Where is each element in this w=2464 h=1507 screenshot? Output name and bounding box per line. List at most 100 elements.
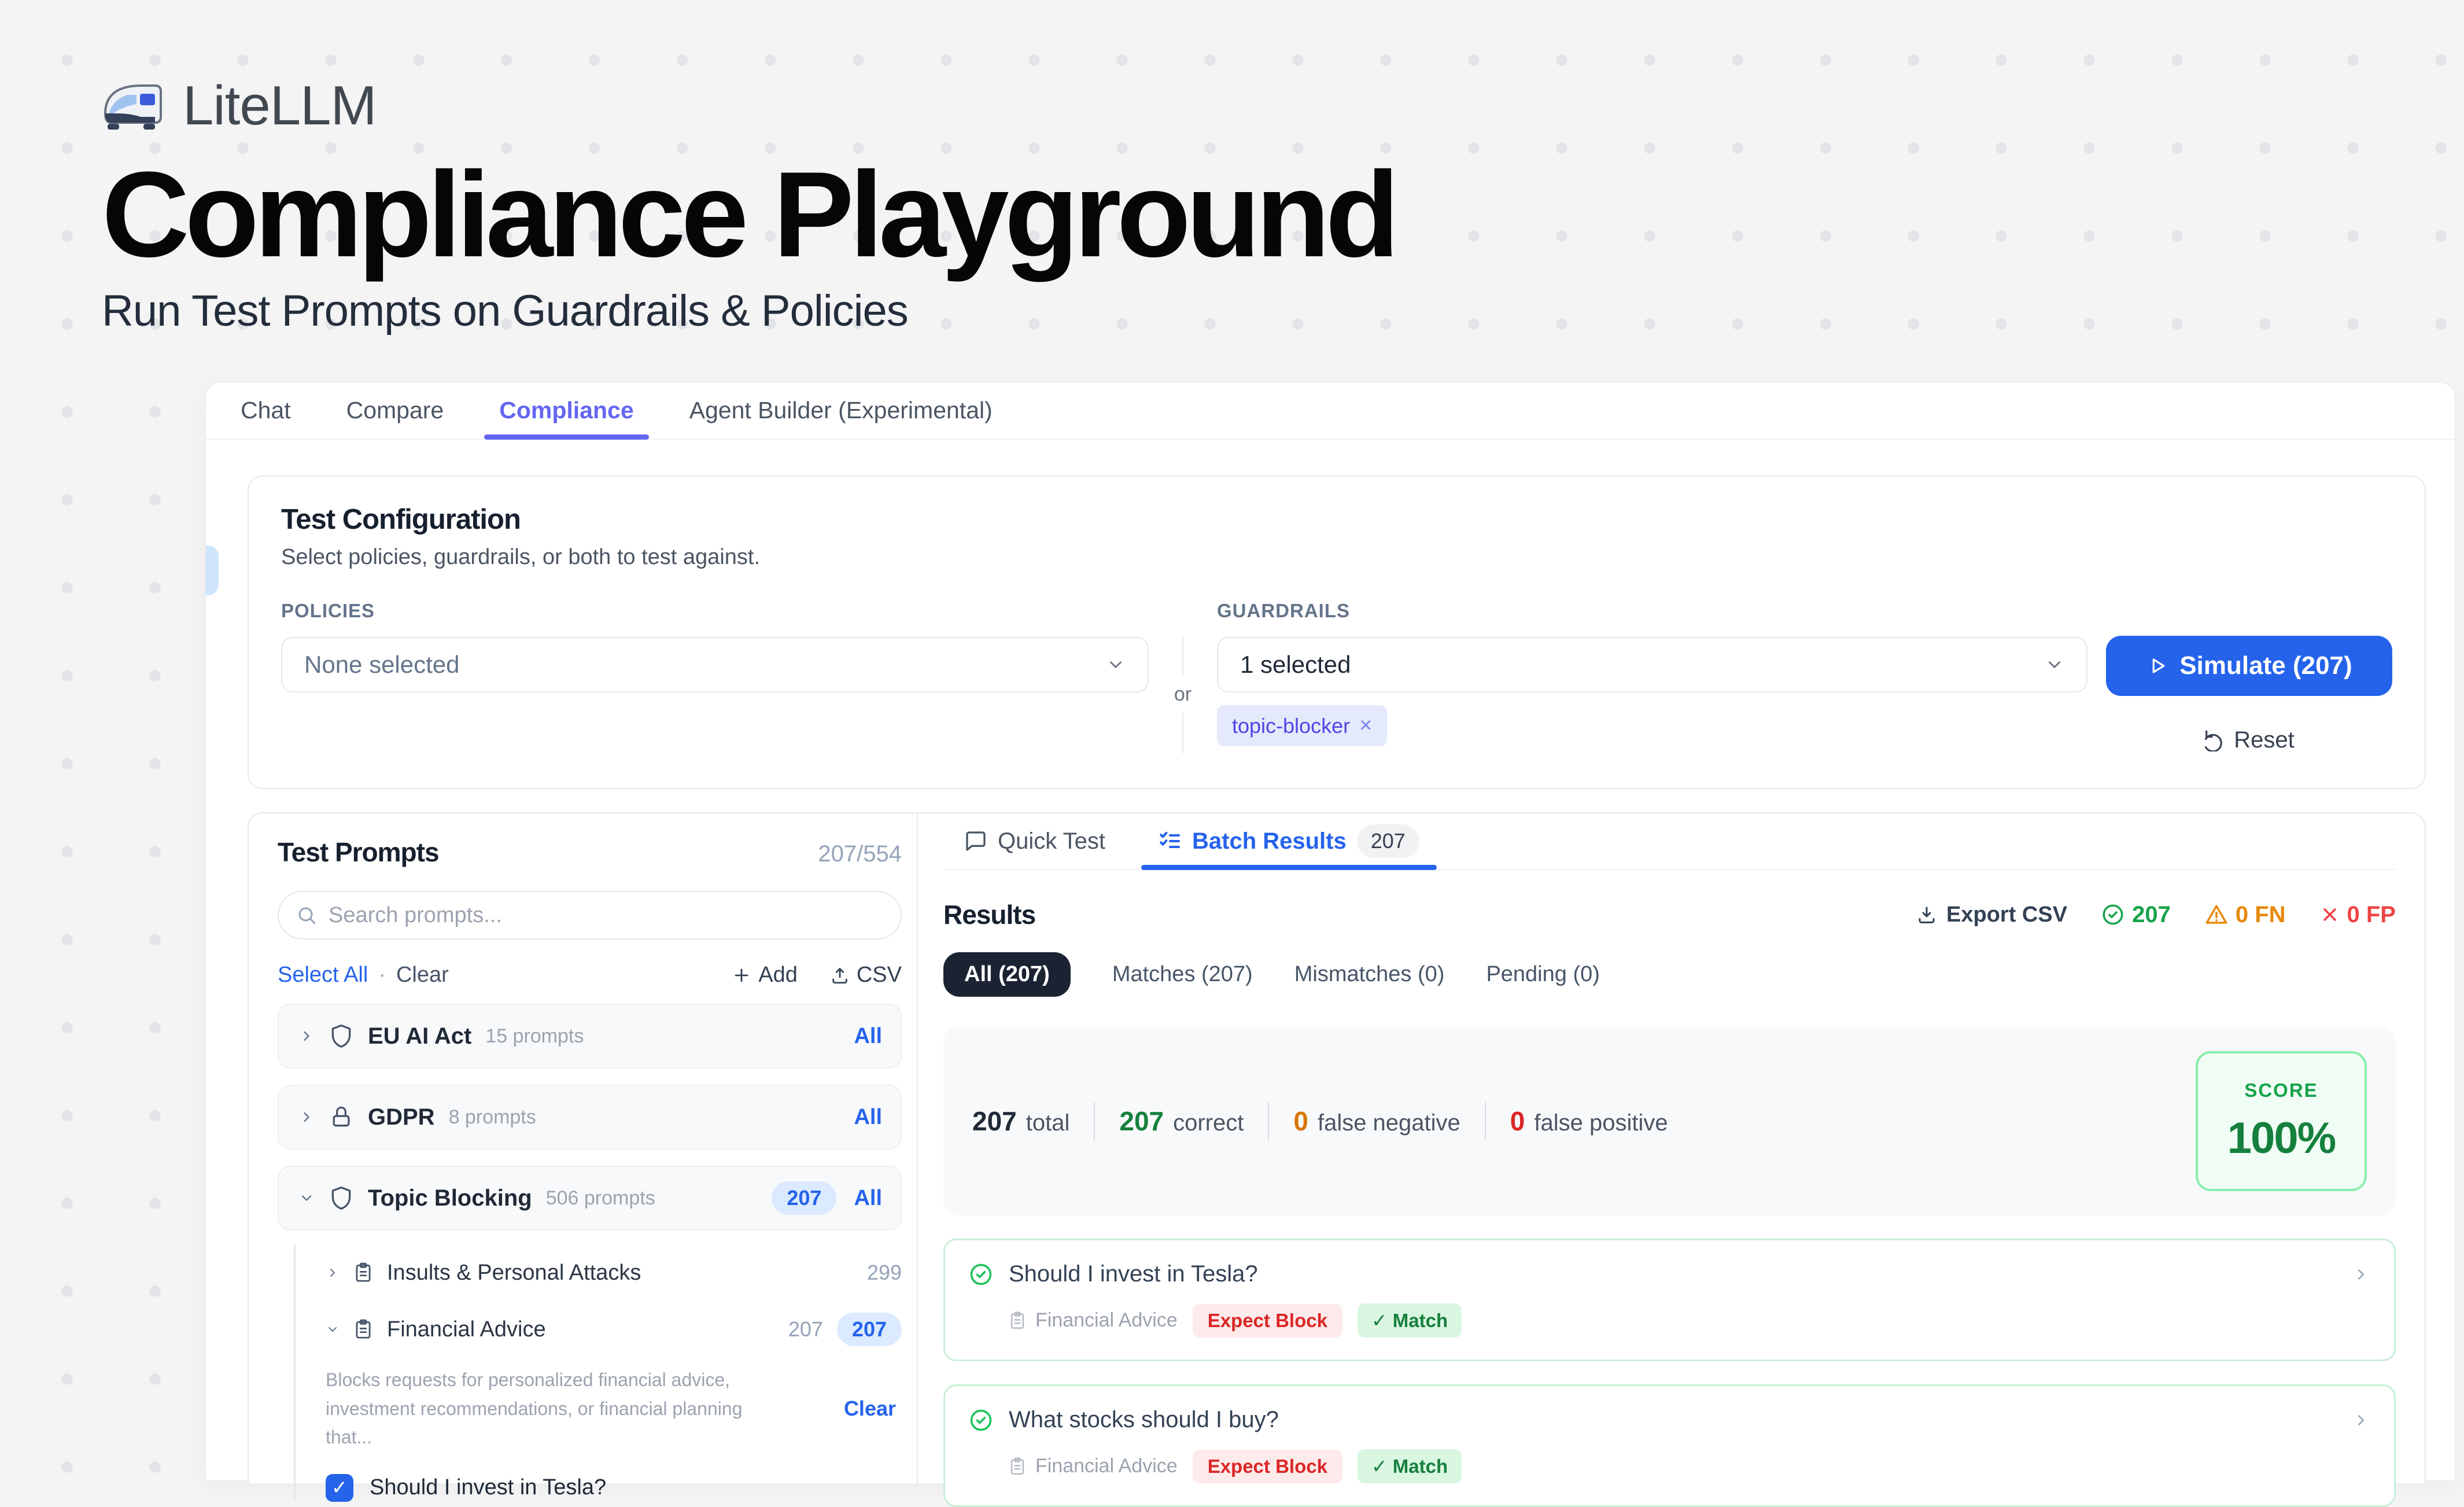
expect-block-tag: Expect Block [1193, 1450, 1342, 1483]
clipboard-list-icon [352, 1262, 374, 1284]
lock-icon [329, 1104, 354, 1130]
tab-quick-test[interactable]: Quick Test [964, 813, 1105, 869]
circle-check-icon [968, 1262, 994, 1287]
main-card: Chat Compare Compliance Agent Builder (E… [205, 382, 2455, 1481]
selected-count-badge: 207 [837, 1313, 902, 1346]
group-row-topic-blocking[interactable]: Topic Blocking 506 prompts 207 All [278, 1166, 902, 1230]
expect-block-tag: Expect Block [1193, 1304, 1342, 1337]
chevron-right-icon [298, 1028, 315, 1044]
search-placeholder: Search prompts... [329, 903, 502, 928]
match-tag: ✓ Match [1358, 1449, 1462, 1483]
result-prompt: What stocks should I buy? [1009, 1407, 1279, 1433]
brand-name: LiteLLM [183, 74, 377, 138]
chevron-right-icon [2352, 1266, 2370, 1283]
page-title: Compliance Playground [102, 153, 2464, 277]
result-prompt: Should I invest in Tesla? [1009, 1261, 1258, 1287]
clipboard-list-icon [352, 1318, 374, 1340]
tab-compliance[interactable]: Compliance [499, 382, 633, 439]
tab-chat[interactable]: Chat [241, 382, 291, 439]
chevron-down-icon [2045, 655, 2064, 675]
passed-stat: 207 [2101, 902, 2171, 928]
checkbox-checked[interactable]: ✓ [326, 1474, 353, 1502]
batch-count-badge: 207 [1357, 824, 1419, 858]
total-stat: 207 total [972, 1106, 1069, 1137]
guardrails-select-value: 1 selected [1240, 651, 2045, 679]
tab-batch-results[interactable]: Batch Results 207 [1159, 813, 1419, 869]
subcategory-row-insults[interactable]: Insults & Personal Attacks 299 [326, 1244, 902, 1301]
test-config-subtitle: Select policies, guardrails, or both to … [281, 545, 2392, 570]
subcategory-row-financial-advice[interactable]: Financial Advice 207 207 [326, 1301, 902, 1358]
test-configuration-card: Test Configuration Select policies, guar… [248, 476, 2426, 789]
chevron-down-icon [298, 1190, 315, 1206]
or-label: or [1174, 676, 1192, 713]
select-all-group-link[interactable]: All [854, 1105, 882, 1130]
result-row[interactable]: What stocks should I buy? Financial Advi… [943, 1384, 2396, 1507]
results-panel: Quick Test Batch Results 207 Results Exp… [918, 813, 2425, 1483]
chevron-down-icon [1106, 655, 1126, 675]
topic-blocking-subtree: Insults & Personal Attacks 299 Financial… [294, 1244, 902, 1502]
chevron-down-icon [326, 1322, 340, 1336]
select-all-group-link[interactable]: All [854, 1024, 882, 1049]
clipboard-list-icon [1008, 1311, 1027, 1331]
filter-pending[interactable]: Pending (0) [1486, 962, 1599, 987]
results-tabbar: Quick Test Batch Results 207 [943, 813, 2396, 870]
chip-remove-icon[interactable]: × [1359, 713, 1372, 738]
chevron-right-icon [2352, 1412, 2370, 1429]
clear-link[interactable]: Clear [396, 963, 449, 988]
category-clear-link[interactable]: Clear [844, 1397, 902, 1421]
warning-triangle-icon [2204, 902, 2229, 927]
result-row[interactable]: Should I invest in Tesla? Financial Advi… [943, 1239, 2396, 1361]
simulate-button[interactable]: Simulate (207) [2106, 636, 2392, 696]
clipboard-list-icon [1008, 1457, 1027, 1476]
checklist-icon [1159, 830, 1182, 853]
plus-icon [732, 966, 751, 985]
results-title: Results [943, 899, 1035, 930]
chevron-right-icon [326, 1266, 340, 1280]
upload-icon [830, 966, 850, 985]
upload-csv-button[interactable]: CSV [830, 963, 902, 988]
page-subtitle: Run Test Prompts on Guardrails & Policie… [102, 286, 2464, 336]
shield-icon [329, 1023, 354, 1049]
policies-select[interactable]: None selected [281, 637, 1149, 692]
shield-icon [329, 1185, 354, 1211]
tab-agent-builder[interactable]: Agent Builder (Experimental) [689, 382, 993, 439]
selected-count-badge: 207 [772, 1181, 836, 1215]
false-positive-stat: 0 FP [2319, 902, 2396, 928]
test-prompts-count: 207/554 [818, 841, 902, 867]
reset-icon [2204, 729, 2226, 751]
select-all-link[interactable]: Select All [278, 963, 368, 988]
false-positive-summary: 0 false positive [1510, 1106, 1668, 1137]
play-icon [2146, 654, 2169, 677]
workspace-panes: Test Prompts 207/554 Search prompts... S… [248, 812, 2426, 1483]
tab-compare[interactable]: Compare [346, 382, 444, 439]
filter-mismatches[interactable]: Mismatches (0) [1294, 962, 1445, 987]
guardrail-chip-topic-blocker[interactable]: topic-blocker × [1217, 705, 1387, 746]
false-negative-stat: 0 FN [2204, 902, 2286, 928]
left-edge-accent [206, 546, 219, 595]
result-category: Financial Advice [1008, 1455, 1178, 1477]
prompt-checkbox-row[interactable]: ✓ Should I invest in Tesla? [326, 1474, 902, 1502]
x-icon [2319, 904, 2340, 925]
category-description: Blocks requests for personalized financi… [326, 1366, 783, 1452]
select-all-group-link[interactable]: All [854, 1186, 882, 1211]
guardrails-select[interactable]: 1 selected [1217, 637, 2087, 692]
reset-button[interactable]: Reset [2204, 727, 2295, 753]
filter-all[interactable]: All (207) [943, 952, 1071, 997]
circle-check-icon [2101, 902, 2125, 927]
correct-stat: 207 correct [1119, 1106, 1244, 1137]
test-prompts-title: Test Prompts [278, 837, 439, 868]
search-icon [296, 905, 317, 926]
search-input[interactable]: Search prompts... [278, 891, 902, 939]
add-prompt-button[interactable]: Add [732, 963, 798, 988]
group-row-gdpr[interactable]: GDPR 8 prompts All [278, 1085, 902, 1149]
top-tabbar: Chat Compare Compliance Agent Builder (E… [206, 382, 2455, 440]
filter-matches[interactable]: Matches (207) [1112, 962, 1253, 987]
guardrails-label: GUARDRAILS [1217, 600, 2087, 622]
circle-check-icon [968, 1407, 994, 1433]
group-row-eu-ai-act[interactable]: EU AI Act 15 prompts All [278, 1004, 902, 1068]
score-card: SCORE 100% [2196, 1051, 2367, 1191]
chevron-right-icon [298, 1109, 315, 1125]
or-divider: or [1149, 600, 1217, 753]
score-value: 100% [2227, 1113, 2335, 1163]
export-csv-button[interactable]: Export CSV [1916, 902, 2067, 927]
